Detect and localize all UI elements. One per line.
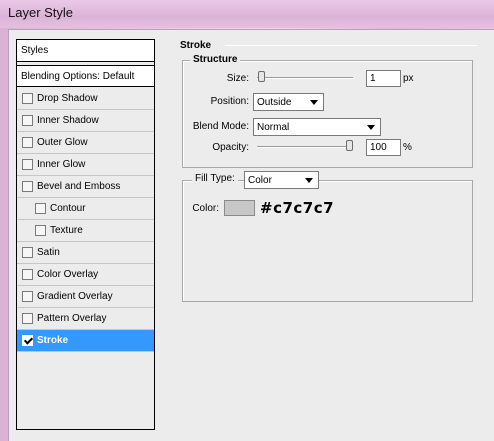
style-item-label: Inner Shadow [37,115,99,126]
size-slider-thumb[interactable] [257,71,265,82]
blend-mode-value: Normal [257,122,290,133]
style-checkbox[interactable] [22,291,33,302]
position-label: Position: [210,96,249,107]
style-item-inner-shadow[interactable]: Inner Shadow [17,110,154,132]
opacity-slider-thumb[interactable] [346,140,353,151]
style-item-label: Stroke [37,335,69,346]
style-item-label: Inner Glow [37,159,86,170]
fill-type-dropdown[interactable]: Color [244,171,319,189]
style-item-label: Drop Shadow [37,93,98,104]
style-item-label: Texture [50,225,83,236]
opacity-slider-track[interactable] [257,146,353,148]
blending-options-item[interactable]: Blending Options: Default [17,65,154,87]
style-checkbox[interactable] [22,93,33,104]
style-item-label: Color Overlay [37,269,99,280]
fill-type-value: Color [248,175,272,186]
dialog-client-area: Styles Blending Options: Default Drop Sh… [8,29,494,441]
style-checkbox[interactable] [22,115,33,126]
style-checkbox[interactable] [22,159,33,170]
style-checkbox[interactable] [22,137,33,148]
color-label: Color: [192,203,219,214]
chevron-down-icon [367,125,375,130]
style-checkbox[interactable] [35,225,46,236]
color-swatch[interactable] [224,200,255,216]
chevron-down-icon [305,178,313,183]
style-item-outer-glow[interactable]: Outer Glow [17,132,154,154]
style-item-bevel-and-emboss[interactable]: Bevel and Emboss [17,176,154,198]
size-input[interactable]: 1 [366,70,401,87]
structure-title: Structure [190,54,241,65]
stroke-section-title: Stroke [180,40,212,51]
style-item-gradient-overlay[interactable]: Gradient Overlay [17,286,154,308]
style-item-label: Satin [37,247,60,258]
style-item-drop-shadow[interactable]: Drop Shadow [17,88,154,110]
style-item-color-overlay[interactable]: Color Overlay [17,264,154,286]
style-checkbox[interactable] [22,313,33,324]
style-item-inner-glow[interactable]: Inner Glow [17,154,154,176]
layer-style-window: Layer Style Styles Blending Options: Def… [0,0,494,441]
style-checkbox[interactable] [22,269,33,280]
position-dropdown[interactable]: Outside [253,93,324,111]
color-hex-annotation: #c7c7c7 [260,199,335,217]
size-unit: px [403,73,414,84]
window-title: Layer Style [8,5,74,20]
size-slider-track[interactable] [257,77,353,79]
fill-type-label: Fill Type: [192,173,238,184]
blend-mode-label: Blend Mode: [192,121,249,132]
styles-header[interactable]: Styles [17,40,154,62]
style-checkbox[interactable] [22,247,33,258]
style-item-texture[interactable]: Texture [17,220,154,242]
style-item-label: Contour [50,203,86,214]
style-item-label: Pattern Overlay [37,313,107,324]
style-checkbox[interactable] [22,335,33,346]
style-item-stroke[interactable]: Stroke [17,330,154,352]
blend-mode-dropdown[interactable]: Normal [253,118,381,136]
stroke-title-separator [225,45,477,46]
opacity-label: Opacity: [212,142,249,153]
style-checkbox[interactable] [22,181,33,192]
style-item-contour[interactable]: Contour [17,198,154,220]
style-item-label: Bevel and Emboss [37,181,121,192]
style-checkbox[interactable] [35,203,46,214]
style-item-pattern-overlay[interactable]: Pattern Overlay [17,308,154,330]
style-item-satin[interactable]: Satin [17,242,154,264]
opacity-input[interactable]: 100 [366,139,401,156]
style-item-label: Outer Glow [37,137,88,148]
opacity-unit: % [403,142,412,153]
style-item-label: Gradient Overlay [37,291,113,302]
size-label: Size: [226,73,249,84]
styles-list: Styles Blending Options: Default Drop Sh… [16,39,155,430]
position-value: Outside [257,97,292,108]
chevron-down-icon [310,100,318,105]
title-bar[interactable]: Layer Style [0,0,494,28]
